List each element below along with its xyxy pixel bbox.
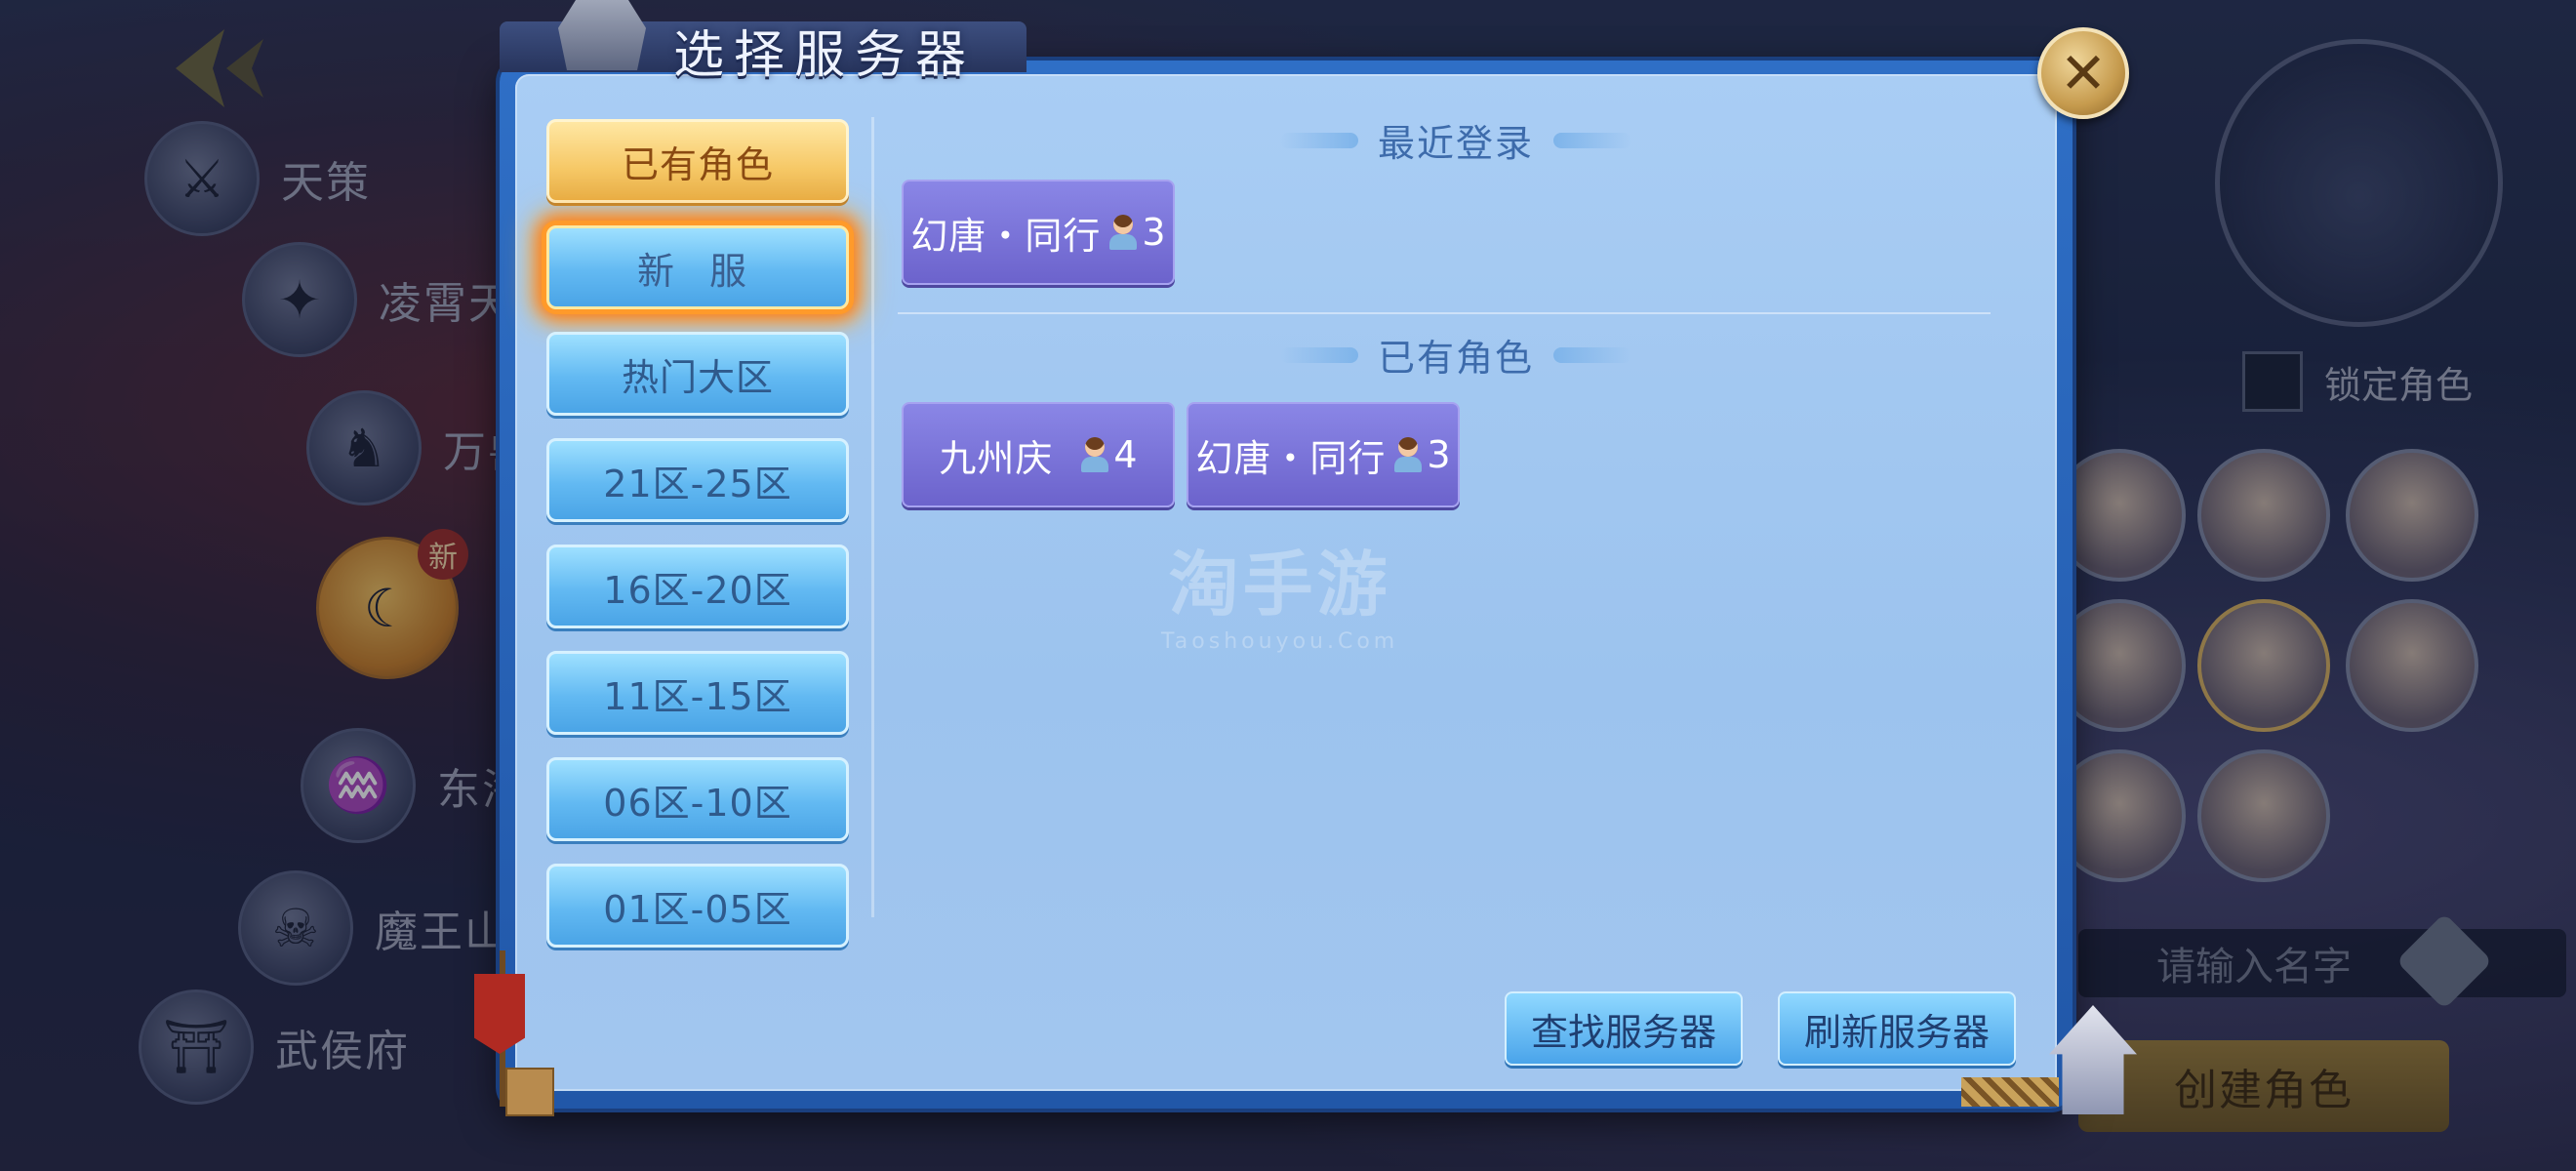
recent-login-heading: 最近登录 bbox=[1261, 113, 1651, 167]
section-divider bbox=[898, 312, 1991, 314]
character-count: 3 bbox=[1142, 211, 1166, 254]
character-count: 3 bbox=[1427, 433, 1451, 476]
server-name: 九州庆 bbox=[939, 436, 1054, 480]
character-icon bbox=[1078, 437, 1111, 472]
server-recent-huantang[interactable]: 幻唐・同行 3 bbox=[902, 180, 1175, 285]
watermark-text: 淘手游 bbox=[1168, 544, 1391, 626]
watermark: 淘手游 Taoshouyou.Com bbox=[1161, 527, 1398, 654]
tab-zone-11-15[interactable]: 11区-15区 bbox=[546, 651, 849, 735]
dialog-title: 选择服务器 bbox=[673, 26, 977, 85]
pagoda-decoration bbox=[1961, 1005, 2147, 1122]
server-name: 幻唐・同行 bbox=[910, 214, 1102, 258]
banner-decoration bbox=[455, 950, 554, 1126]
tab-zone-06-10[interactable]: 06区-10区 bbox=[546, 757, 849, 841]
cloud-swirl-icon bbox=[1280, 132, 1358, 148]
watermark-url: Taoshouyou.Com bbox=[1161, 629, 1399, 654]
tab-new-servers[interactable]: 新 服 bbox=[546, 225, 849, 309]
owned-heading: 已有角色 bbox=[1261, 328, 1651, 382]
tab-zone-16-20[interactable]: 16区-20区 bbox=[546, 545, 849, 628]
tab-owned-characters[interactable]: 已有角色 bbox=[546, 119, 849, 203]
tab-hot-regions[interactable]: 热门大区 bbox=[546, 332, 849, 416]
character-count: 4 bbox=[1113, 433, 1138, 476]
recent-login-title: 最近登录 bbox=[1378, 122, 1535, 165]
cloud-swirl-icon bbox=[1553, 346, 1632, 363]
owned-title: 已有角色 bbox=[1378, 337, 1535, 380]
character-icon bbox=[1391, 437, 1425, 472]
character-icon bbox=[1107, 215, 1140, 250]
server-owned-huantang[interactable]: 幻唐・同行 3 bbox=[1187, 402, 1460, 507]
tab-zone-01-05[interactable]: 01区-05区 bbox=[546, 864, 849, 948]
tower-icon bbox=[558, 0, 646, 70]
close-button[interactable]: ✕ bbox=[2037, 27, 2129, 119]
column-divider bbox=[871, 117, 874, 917]
server-tab-list: 已有角色 新 服 热门大区 21区-25区 16区-20区 11区-15区 06… bbox=[546, 119, 849, 970]
cloud-swirl-icon bbox=[1280, 346, 1358, 363]
server-owned-jiuzhouqing[interactable]: 九州庆 4 bbox=[902, 402, 1175, 507]
cloud-swirl-icon bbox=[1553, 132, 1632, 148]
tab-zone-21-25[interactable]: 21区-25区 bbox=[546, 438, 849, 522]
find-server-button[interactable]: 查找服务器 bbox=[1505, 991, 1743, 1066]
server-name: 幻唐・同行 bbox=[1195, 436, 1387, 480]
